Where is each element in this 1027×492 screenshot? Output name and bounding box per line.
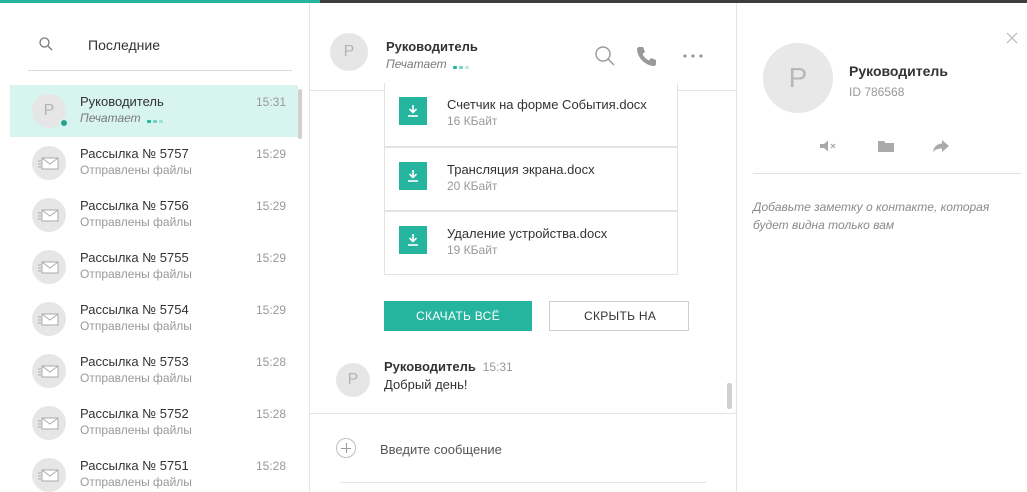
- conversation-status: Отправлены файлы: [80, 215, 192, 229]
- conversation-sidebar: Последние P Руководитель Печатает 15:31 …: [0, 3, 310, 492]
- chat-avatar[interactable]: P: [330, 33, 368, 71]
- file-attachment[interactable]: Удаление устройства.docx 19 КБайт: [384, 211, 678, 275]
- conversation-name: Рассылка № 5755: [80, 250, 189, 265]
- conversation-item[interactable]: Рассылка № 5754 Отправлены файлы 15:29: [10, 293, 298, 345]
- more-options-icon[interactable]: [680, 43, 706, 69]
- conversation-time: 15:29: [255, 251, 286, 265]
- file-size: 19 КБайт: [447, 243, 498, 257]
- contact-id: ID 786568: [849, 85, 905, 99]
- conversation-name: Рассылка № 5754: [80, 302, 189, 317]
- conversation-time: 15:29: [255, 303, 286, 317]
- conversation-name: Рассылка № 5751: [80, 458, 189, 473]
- composer-divider: [340, 482, 706, 483]
- conversation-time: 15:28: [255, 355, 286, 369]
- message-time: · 15:31: [472, 360, 513, 374]
- chat-scrollbar[interactable]: [727, 383, 732, 409]
- avatar-letter: P: [788, 62, 808, 93]
- conversation-item[interactable]: Рассылка № 5757 Отправлены файлы 15:29: [10, 137, 298, 189]
- mailing-avatar-icon: [32, 198, 66, 232]
- conversation-name: Рассылка № 5756: [80, 198, 189, 213]
- conversation-status: Отправлены файлы: [80, 319, 192, 333]
- conversation-item[interactable]: Рассылка № 5756 Отправлены файлы 15:29: [10, 189, 298, 241]
- mailing-avatar-icon: [32, 250, 66, 284]
- folder-icon[interactable]: [875, 137, 897, 155]
- conversation-name: Руководитель: [80, 94, 164, 109]
- contact-note-input[interactable]: Добавьте заметку о контакте, которая буд…: [753, 198, 1013, 234]
- attached-files-list: Счетчик на форме События.docx 16 КБайт Т…: [384, 83, 678, 275]
- file-name[interactable]: Удаление устройства.docx: [447, 226, 607, 241]
- avatar-letter: P: [43, 102, 55, 119]
- download-icon[interactable]: [399, 226, 427, 254]
- share-icon[interactable]: [930, 137, 952, 155]
- conversation-status: Печатает: [80, 111, 165, 126]
- conversation-name: Рассылка № 5753: [80, 354, 189, 369]
- conversation-item[interactable]: Рассылка № 5753 Отправлены файлы 15:28: [10, 345, 298, 397]
- conversation-time: 15:28: [255, 407, 286, 421]
- search-icon[interactable]: [38, 36, 54, 52]
- message-time-value: 15:31: [482, 360, 513, 374]
- file-size: 16 КБайт: [447, 114, 498, 128]
- conversation-item[interactable]: Рассылка № 5751 Отправлены файлы 15:28: [10, 449, 298, 492]
- conversation-item[interactable]: Рассылка № 5755 Отправлены файлы 15:29: [10, 241, 298, 293]
- conversation-item[interactable]: Рассылка № 5752 Отправлены файлы 15:28: [10, 397, 298, 449]
- message-composer: Введите сообщение: [310, 413, 736, 492]
- contact-name: Руководитель: [849, 63, 948, 79]
- add-attachment-icon[interactable]: [336, 438, 356, 458]
- contact-avatar: P: [763, 43, 833, 113]
- conversation-time: 15:31: [255, 95, 286, 109]
- conversation-name: Рассылка № 5757: [80, 146, 189, 161]
- chat-title[interactable]: Руководитель: [386, 39, 478, 54]
- message-input[interactable]: Введите сообщение: [380, 442, 502, 457]
- mailing-avatar-icon: [32, 302, 66, 336]
- conversation-status: Отправлены файлы: [80, 267, 192, 281]
- contact-divider: [753, 173, 1021, 174]
- download-all-button[interactable]: СКАЧАТЬ ВСЁ: [384, 301, 532, 331]
- mailing-avatar-icon: [32, 458, 66, 492]
- conversation-name: Рассылка № 5752: [80, 406, 189, 421]
- search-bar[interactable]: Последние: [28, 19, 292, 71]
- typing-label: Печатает: [80, 111, 141, 125]
- mailing-avatar-icon: [32, 146, 66, 180]
- file-attachment[interactable]: Счетчик на форме События.docx 16 КБайт: [384, 83, 678, 147]
- typing-indicator: [146, 112, 165, 126]
- search-label[interactable]: Последние: [88, 37, 160, 53]
- conversation-status: Отправлены файлы: [80, 163, 192, 177]
- typing-label: Печатает: [386, 57, 447, 71]
- conversation-status: Отправлены файлы: [80, 475, 192, 489]
- sidebar-scrollbar[interactable]: [298, 89, 302, 139]
- mute-icon[interactable]: [817, 137, 839, 155]
- chat-panel: P Руководитель Печатает Счетчик на форме…: [310, 3, 737, 492]
- search-icon[interactable]: [592, 43, 618, 69]
- chat-header: P Руководитель Печатает: [310, 3, 736, 91]
- conversation-time: 15:28: [255, 459, 286, 473]
- conversation-item-rukovoditel[interactable]: P Руководитель Печатает 15:31: [10, 85, 298, 137]
- conversation-time: 15:29: [255, 199, 286, 213]
- chat-status: Печатает: [386, 57, 471, 72]
- avatar[interactable]: P: [336, 363, 370, 397]
- typing-indicator: [452, 58, 471, 72]
- mailing-avatar-icon: [32, 406, 66, 440]
- conversation-list: P Руководитель Печатает 15:31 Рассылка №…: [10, 85, 298, 492]
- online-status-dot: [59, 118, 69, 128]
- mailing-avatar-icon: [32, 354, 66, 388]
- download-icon[interactable]: [399, 97, 427, 125]
- conversation-status: Отправлены файлы: [80, 371, 192, 385]
- contact-info-panel: P Руководитель ID 786568 Добавьте заметк…: [737, 3, 1027, 492]
- avatar-letter: P: [347, 371, 359, 388]
- phone-icon[interactable]: [633, 43, 659, 69]
- file-name[interactable]: Счетчик на форме События.docx: [447, 97, 647, 112]
- conversation-status: Отправлены файлы: [80, 423, 192, 437]
- hide-files-button[interactable]: СКРЫТЬ НА: [549, 301, 689, 331]
- conversation-time: 15:29: [255, 147, 286, 161]
- file-size: 20 КБайт: [447, 179, 498, 193]
- avatar: P: [32, 94, 69, 128]
- message-text: Добрый день!: [384, 377, 468, 392]
- close-icon[interactable]: [1005, 31, 1019, 45]
- file-name[interactable]: Трансляция экрана.docx: [447, 162, 595, 177]
- file-attachment[interactable]: Трансляция экрана.docx 20 КБайт: [384, 147, 678, 211]
- message-author[interactable]: Руководитель: [384, 359, 476, 374]
- avatar-letter: P: [343, 43, 355, 60]
- chat-message: P Руководитель · 15:31 Добрый день!: [332, 355, 712, 405]
- download-icon[interactable]: [399, 162, 427, 190]
